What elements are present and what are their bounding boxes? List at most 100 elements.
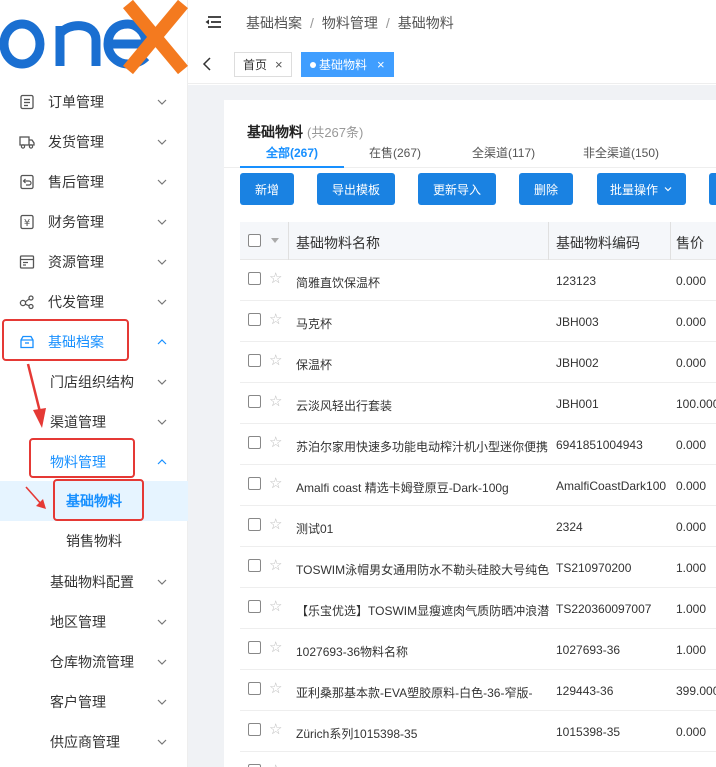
sidebar-item-label: 客户管理 [50, 694, 106, 710]
star-icon[interactable]: ☆ [269, 722, 282, 737]
sidebar: 订单管理 发货管理 售后管理 ¥ 财务管理 资源管理 代发管理 基础档案 门店组… [0, 0, 188, 767]
table-row[interactable]: ☆ Zürich系列1015398-35 1015398-35 0.000 [240, 711, 716, 752]
chevron-down-icon [157, 579, 167, 585]
sidebar-item-label: 售后管理 [48, 174, 104, 190]
sidebar-item-basic-archive[interactable]: 基础档案 [0, 322, 188, 362]
sidebar-item-suppliers[interactable]: 供应商管理 [0, 722, 188, 762]
menu-collapse-icon[interactable] [204, 14, 222, 30]
close-icon[interactable]: × [377, 57, 385, 72]
breadcrumb-item[interactable]: 物料管理 [322, 15, 378, 31]
tabs-bar: 首页 × 基础物料 × [188, 44, 716, 84]
row-checkbox[interactable] [248, 477, 261, 490]
caret-down-icon[interactable] [271, 238, 279, 244]
star-icon[interactable]: ☆ [269, 435, 282, 450]
table-row[interactable]: ☆ [240, 752, 716, 767]
table-row[interactable]: ☆ 云淡风轻出行套装 JBH001 100.000 [240, 383, 716, 424]
cell-material-name: 亚利桑那基本款-EVA塑胶原料-白色-36-窄版- [296, 686, 533, 700]
subtab-on-sale[interactable]: 在售(267) [369, 144, 421, 161]
table-row[interactable]: ☆ 亚利桑那基本款-EVA塑胶原料-白色-36-窄版- 129443-36 399.0… [240, 670, 716, 711]
chevron-down-icon [157, 299, 167, 305]
sidebar-item-label: 物料管理 [50, 454, 106, 470]
subtab-non-all-channel[interactable]: 非全渠道(150) [583, 144, 659, 161]
header-material-code[interactable]: 基础物料编码 [556, 233, 640, 253]
sidebar-item-regions[interactable]: 地区管理 [0, 602, 188, 642]
row-checkbox[interactable] [248, 518, 261, 531]
sidebar-item-label: 订单管理 [48, 94, 104, 110]
subtab-all-channel[interactable]: 全渠道(117) [472, 144, 535, 161]
star-icon[interactable]: ☆ [269, 763, 282, 767]
chevron-down-icon [157, 179, 167, 185]
chevron-down-icon [157, 259, 167, 265]
column-divider [548, 222, 549, 260]
star-icon[interactable]: ☆ [269, 558, 282, 573]
return-icon [18, 173, 36, 191]
sidebar-item-basic-material[interactable]: 基础物料 [0, 481, 188, 521]
star-icon[interactable]: ☆ [269, 312, 282, 327]
row-checkbox[interactable] [248, 272, 261, 285]
row-checkbox[interactable] [248, 395, 261, 408]
sidebar-item-finance[interactable]: ¥ 财务管理 [0, 202, 188, 242]
header-material-name[interactable]: 基础物料名称 [296, 233, 380, 253]
sidebar-item-shipping[interactable]: 发货管理 [0, 122, 188, 162]
table-row[interactable]: ☆ 马克杯 JBH003 0.000 [240, 301, 716, 342]
cell-price: 0.000 [676, 438, 707, 452]
star-icon[interactable]: ☆ [269, 681, 282, 696]
tab-label: 首页 [243, 58, 268, 72]
row-checkbox[interactable] [248, 354, 261, 367]
sidebar-item-materials[interactable]: 物料管理 [0, 442, 188, 482]
batch-operation-button[interactable]: 批量操作 [597, 173, 686, 205]
sidebar-item-customers[interactable]: 客户管理 [0, 682, 188, 722]
add-button[interactable]: 新增 [240, 173, 294, 205]
row-checkbox[interactable] [248, 723, 261, 736]
row-checkbox[interactable] [248, 559, 261, 572]
star-icon[interactable]: ☆ [269, 271, 282, 286]
sidebar-item-aftersales[interactable]: 售后管理 [0, 162, 188, 202]
cell-material-code: 129443-36 [556, 684, 614, 698]
row-checkbox[interactable] [248, 313, 261, 326]
star-icon[interactable]: ☆ [269, 640, 282, 655]
sidebar-item-orders[interactable]: 订单管理 [0, 82, 188, 122]
sidebar-item-channels[interactable]: 渠道管理 [0, 402, 188, 442]
table-row[interactable]: ☆ Amalfi coast 精选卡姆登原豆-Dark-100g AmalfiCoa… [240, 465, 716, 506]
table-row[interactable]: ☆ 简雅直饮保温杯 123123 0.000 [240, 260, 716, 301]
more-button[interactable] [709, 173, 716, 205]
sidebar-item-sales-material[interactable]: 销售物料 [0, 521, 188, 561]
select-all-checkbox[interactable] [248, 234, 261, 247]
sidebar-item-warehouse[interactable]: 仓库物流管理 [0, 642, 188, 682]
table-row[interactable]: ☆ 苏泊尔家用快速多功能电动榨汁机小型迷你便携 6941851004943 0.000 [240, 424, 716, 465]
breadcrumb-item[interactable]: 基础档案 [246, 15, 302, 31]
header-price[interactable]: 售价 [676, 233, 704, 253]
sidebar-item-store-org[interactable]: 门店组织结构 [0, 362, 188, 402]
row-checkbox[interactable] [248, 436, 261, 449]
star-icon[interactable]: ☆ [269, 476, 282, 491]
cell-material-name: 1027693-36物料名称 [296, 645, 409, 659]
cell-material-code: TS220360097007 [556, 602, 652, 616]
tab-home[interactable]: 首页 × [234, 52, 292, 77]
row-checkbox[interactable] [248, 600, 261, 613]
star-icon[interactable]: ☆ [269, 353, 282, 368]
close-icon[interactable]: × [275, 57, 283, 72]
sidebar-item-resources[interactable]: 资源管理 [0, 242, 188, 282]
sidebar-item-material-config[interactable]: 基础物料配置 [0, 562, 188, 602]
table-row[interactable]: ☆ 【乐宝优选】TOSWIM显瘦遮肉气质防晒冲浪潜 TS220360097007 1.… [240, 588, 716, 629]
star-icon[interactable]: ☆ [269, 599, 282, 614]
table-row[interactable]: ☆ 测试01 2324 0.000 [240, 506, 716, 547]
subtab-all[interactable]: 全部(267) [266, 144, 318, 161]
table-row[interactable]: ☆ 保温杯 JBH002 0.000 [240, 342, 716, 383]
cell-material-code: 1027693-36 [556, 643, 621, 657]
cell-material-name: 保温杯 [296, 358, 333, 372]
star-icon[interactable]: ☆ [269, 517, 282, 532]
export-template-button[interactable]: 导出模板 [317, 173, 395, 205]
row-checkbox[interactable] [248, 682, 261, 695]
onex-logo [0, 0, 188, 78]
chevron-left-icon[interactable] [202, 57, 212, 71]
delete-button[interactable]: 删除 [519, 173, 573, 205]
update-import-button[interactable]: 更新导入 [418, 173, 496, 205]
table-row[interactable]: ☆ 1027693-36物料名称 1027693-36 1.000 [240, 629, 716, 670]
table-row[interactable]: ☆ TOSWIM泳帽男女通用防水不勒头硅胶大号纯色 TS210970200 1.000 [240, 547, 716, 588]
sidebar-item-dropship[interactable]: 代发管理 [0, 282, 188, 322]
row-checkbox[interactable] [248, 641, 261, 654]
tab-basic-material[interactable]: 基础物料 × [301, 52, 394, 77]
cell-material-code: JBH002 [556, 356, 599, 370]
star-icon[interactable]: ☆ [269, 394, 282, 409]
